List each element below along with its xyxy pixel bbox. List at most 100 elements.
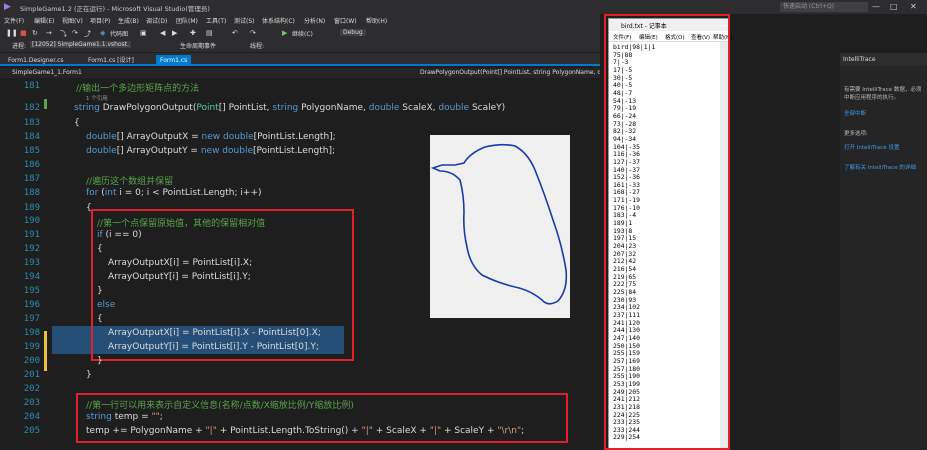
code-line-198: ArrayOutputX[i] = PointList[i].X - Point… (108, 328, 321, 338)
line-number: 182 (23, 103, 40, 113)
navigation-bar: SimpleGame1_1.Form1 DrawPolygonOutput(Po… (0, 68, 605, 78)
process-label: 进程: (12, 43, 27, 50)
open-intellitrace-settings-link[interactable]: 打开 IntelliTrace 设置 (844, 143, 924, 151)
restart-icon[interactable]: ↻ (32, 29, 38, 37)
tab-form1-design[interactable]: Form1.cs [设计] (84, 55, 138, 66)
line-number: 193 (23, 258, 40, 268)
window-title: SimpleGame1.2 (正在运行) - Microsoft Visual … (20, 5, 210, 13)
step-over-icon[interactable]: ↷ (72, 29, 78, 37)
line-number: 200 (23, 356, 40, 366)
reference-count[interactable]: 1 个引用 (86, 94, 108, 102)
code-line-197: { (97, 314, 103, 324)
tab-form1-cs[interactable]: Form1.cs (156, 55, 192, 66)
method-dropdown[interactable]: DrawPolygonOutput(Point[] PointList, str… (420, 69, 605, 76)
maximize-button[interactable]: □ (890, 2, 898, 11)
line-number: 185 (23, 146, 40, 156)
continue-button[interactable]: 继续(C) (292, 29, 313, 38)
code-line-193: ArrayOutputX[i] = PointList[i].X; (108, 258, 253, 268)
step-out-icon[interactable]: ⤴ (84, 29, 91, 39)
undo-icon[interactable]: ↶ (232, 29, 238, 37)
line-number: 192 (23, 244, 40, 254)
code-line-200: } (97, 356, 103, 366)
line-number: 194 (23, 272, 40, 282)
code-line-204: string temp = ""; (86, 412, 163, 422)
change-indicator (44, 99, 47, 109)
learn-more-link[interactable]: 了解有关 IntelliTrace 的详细 (844, 163, 924, 171)
line-number: 199 (23, 342, 40, 352)
stop-icon[interactable]: ■ (20, 29, 27, 37)
line-number: 187 (23, 174, 40, 184)
toolbar: ❚❚ ■ ↻ → ⤵ ↷ ⤴ ◈ 代码图 ▣ ◀ ▶ ✚ ▤ ↶ ↷ ▶ 继续(… (0, 26, 600, 40)
code-map-button[interactable]: 代码图 (110, 29, 128, 38)
menu-help[interactable]: 帮助(H) (366, 16, 387, 25)
code-line-188: for (int i = 0; i < PointList.Length; i+… (86, 188, 262, 198)
debug-location-bar: 进程: [12052] SimpleGame1.1.vshost. 生命周期事件… (0, 40, 600, 52)
code-line-199: ArrayOutputY[i] = PointList[i].Y - Point… (108, 342, 319, 352)
intellitrace-panel: IntelliTrace 有需要 IntelliTrace 数据，必须中断应用程… (840, 53, 927, 450)
code-line-185: double[] ArrayOutputY = new double[Point… (86, 146, 336, 156)
forward-icon[interactable]: ▶ (172, 29, 177, 37)
menu-view[interactable]: 视图(V) (62, 16, 83, 25)
code-line-183: { (74, 118, 80, 128)
line-number: 198 (23, 328, 40, 338)
menu-project[interactable]: 项目(P) (90, 16, 110, 25)
save-icon[interactable]: ▣ (140, 29, 147, 37)
intellitrace-header: IntelliTrace (840, 53, 927, 66)
show-next-statement-icon[interactable]: → (46, 29, 52, 37)
code-line-196: else (97, 300, 116, 310)
tab-form1-designer[interactable]: Form1.Designer.cs (4, 55, 68, 66)
menu-bar: 文件(F) 编辑(E) 视图(V) 项目(P) 生成(B) 调试(D) 团队(M… (0, 14, 600, 26)
code-line-195: } (97, 286, 103, 296)
code-map-icon: ◈ (100, 29, 106, 37)
quick-launch-input[interactable]: 快速启动 (Ctrl+Q) (780, 2, 868, 12)
code-line-187: //遍历这个数组并保留 (86, 177, 174, 187)
code-line-194: ArrayOutputY[i] = PointList[i].Y; (108, 272, 251, 282)
thread-label: 线程: (250, 43, 265, 50)
new-project-icon[interactable]: ✚ (190, 29, 196, 37)
lifecycle-events-dropdown[interactable]: 生命周期事件 (180, 41, 216, 50)
menu-debug[interactable]: 调试(D) (146, 16, 167, 25)
pause-icon[interactable]: ❚❚ (6, 29, 18, 37)
line-number: 184 (23, 132, 40, 142)
line-number: 183 (23, 118, 40, 128)
minimize-button[interactable]: — (872, 2, 880, 11)
line-number: 191 (23, 230, 40, 240)
code-line-189: { (86, 203, 92, 213)
menu-tools[interactable]: 工具(T) (206, 16, 226, 25)
code-line-191: if (i == 0) (97, 230, 142, 240)
code-line-184: double[] ArrayOutputX = new double[Point… (86, 132, 336, 142)
back-icon[interactable]: ◀ (160, 29, 165, 37)
break-all-link[interactable]: 全部中断 (844, 109, 924, 117)
menu-window[interactable]: 窗口(W) (334, 16, 357, 25)
code-line-182: string DrawPolygonOutput(Point[] PointLi… (74, 103, 506, 113)
redo-icon[interactable]: ↷ (250, 29, 256, 37)
annotation-box-notepad (604, 14, 730, 450)
document-tabs: Form1.Designer.cs Form1.cs [设计] Form1.cs (0, 53, 600, 66)
config-dropdown[interactable]: Debug (340, 29, 366, 36)
line-number: 205 (23, 426, 40, 436)
more-options-label: 更多选项: (844, 131, 868, 137)
process-dropdown[interactable]: [12052] SimpleGame1.1.vshost. (30, 41, 132, 48)
menu-architecture[interactable]: 体系结构(C) (262, 16, 295, 25)
line-number: 202 (23, 384, 40, 394)
menu-team[interactable]: 团队(M) (176, 16, 198, 25)
menu-edit[interactable]: 编辑(E) (34, 16, 54, 25)
line-number: 201 (23, 370, 40, 380)
title-bar: ▶ SimpleGame1.2 (正在运行) - Microsoft Visua… (0, 0, 927, 14)
polygon-drawing-image (430, 135, 570, 318)
menu-file[interactable]: 文件(F) (4, 16, 24, 25)
open-file-icon[interactable]: ▤ (206, 29, 213, 37)
change-indicator (44, 331, 47, 371)
step-into-icon[interactable]: ⤵ (60, 29, 67, 39)
intellitrace-description: 有需要 IntelliTrace 数据，必须中断应用程序的执行。 (844, 87, 922, 101)
line-number: 196 (23, 300, 40, 310)
code-line-192: { (97, 244, 103, 254)
menu-build[interactable]: 生成(B) (118, 16, 139, 25)
code-line-181: //输出一个多边形矩阵点的方法 (76, 84, 200, 94)
menu-test[interactable]: 测试(S) (234, 16, 255, 25)
class-dropdown[interactable]: SimpleGame1_1.Form1 (12, 69, 82, 76)
line-number: 195 (23, 286, 40, 296)
visual-studio-logo-icon: ▶ (4, 2, 11, 12)
menu-analyze[interactable]: 分析(N) (304, 16, 325, 25)
close-button[interactable]: ✕ (910, 2, 917, 11)
